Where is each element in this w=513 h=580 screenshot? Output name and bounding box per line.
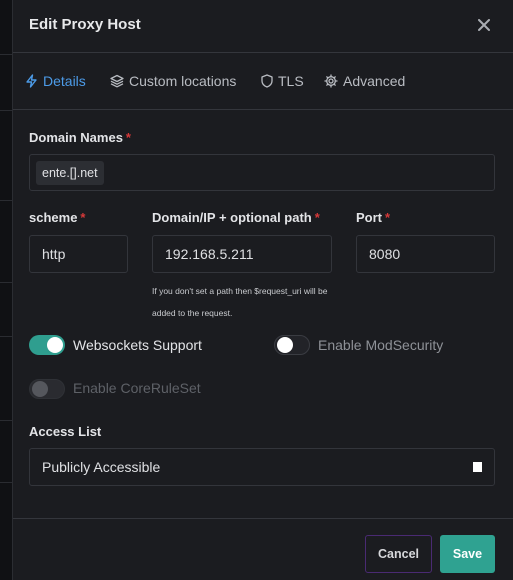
close-button[interactable] xyxy=(473,12,495,38)
modal-title: Edit Proxy Host xyxy=(29,16,141,33)
toggle-knob xyxy=(277,337,293,353)
background-divider xyxy=(0,282,12,283)
forward-host-label: Domain/IP + optional path * xyxy=(152,210,320,225)
hint-line: added to the request. xyxy=(152,308,233,318)
layers-icon xyxy=(110,74,124,88)
background-divider xyxy=(0,200,12,201)
modal-header: Edit Proxy Host xyxy=(13,0,513,53)
shield-icon xyxy=(261,74,273,88)
required-marker: * xyxy=(314,210,320,225)
save-button[interactable]: Save xyxy=(440,535,495,573)
required-marker: * xyxy=(80,210,86,225)
forward-host-hint: If you don't set a path then $request_ur… xyxy=(152,280,342,324)
select-caret-icon xyxy=(473,462,482,472)
access-list-value: Publicly Accessible xyxy=(42,459,161,475)
toggle-knob xyxy=(32,381,48,397)
domain-names-label: Domain Names * xyxy=(29,130,131,145)
required-marker: * xyxy=(125,130,131,145)
modal-tabs: Details Custom locations TLS Advanced xyxy=(13,53,513,110)
background-divider xyxy=(0,482,12,483)
background-divider xyxy=(0,420,12,421)
cancel-button[interactable]: Cancel xyxy=(365,535,432,573)
hint-line: If you don't set a path then $request_ur… xyxy=(152,286,328,296)
access-list-select[interactable]: Publicly Accessible xyxy=(29,448,495,486)
tab-label: Custom locations xyxy=(129,73,237,89)
access-list-label: Access List xyxy=(29,424,102,439)
forward-host-input[interactable]: 192.168.5.211 xyxy=(152,235,332,273)
bolt-icon xyxy=(26,74,37,88)
required-marker: * xyxy=(385,210,391,225)
coreruleset-toggle xyxy=(29,379,65,399)
edit-proxy-host-modal: Edit Proxy Host Details Custom locations xyxy=(12,0,513,580)
port-label-text: Port xyxy=(356,210,382,225)
forward-host-label-text: Domain/IP + optional path xyxy=(152,210,312,225)
tab-tls[interactable]: TLS xyxy=(261,53,304,109)
scheme-label-text: scheme xyxy=(29,210,78,225)
tab-custom-locations[interactable]: Custom locations xyxy=(110,53,236,109)
scheme-select[interactable]: http xyxy=(29,235,128,273)
toggle-knob xyxy=(47,337,63,353)
port-value: 8080 xyxy=(369,246,401,262)
tab-label: Details xyxy=(43,73,86,89)
websockets-toggle[interactable] xyxy=(29,335,65,355)
websockets-label: Websockets Support xyxy=(73,337,202,353)
coreruleset-label: Enable CoreRuleSet xyxy=(73,380,201,396)
background-divider xyxy=(0,110,12,111)
domain-names-label-text: Domain Names xyxy=(29,130,123,145)
gear-icon xyxy=(324,74,338,88)
background-divider xyxy=(0,54,12,55)
scheme-label: scheme * xyxy=(29,210,85,225)
scheme-value: http xyxy=(42,246,66,262)
background-divider xyxy=(0,336,12,337)
domain-names-input[interactable]: ente.[].net xyxy=(29,154,495,191)
port-input[interactable]: 8080 xyxy=(356,235,495,273)
domain-name-tag[interactable]: ente.[].net xyxy=(36,160,104,185)
tab-label: TLS xyxy=(278,73,304,89)
modsecurity-label: Enable ModSecurity xyxy=(318,337,444,353)
close-icon xyxy=(478,19,490,31)
modsecurity-toggle[interactable] xyxy=(274,335,310,355)
port-label: Port * xyxy=(356,210,390,225)
modal-footer: Cancel Save xyxy=(13,518,513,580)
forward-host-value: 192.168.5.211 xyxy=(165,246,254,262)
tab-label: Advanced xyxy=(343,73,406,89)
tab-advanced[interactable]: Advanced xyxy=(324,53,405,109)
tab-details[interactable]: Details xyxy=(25,53,86,109)
